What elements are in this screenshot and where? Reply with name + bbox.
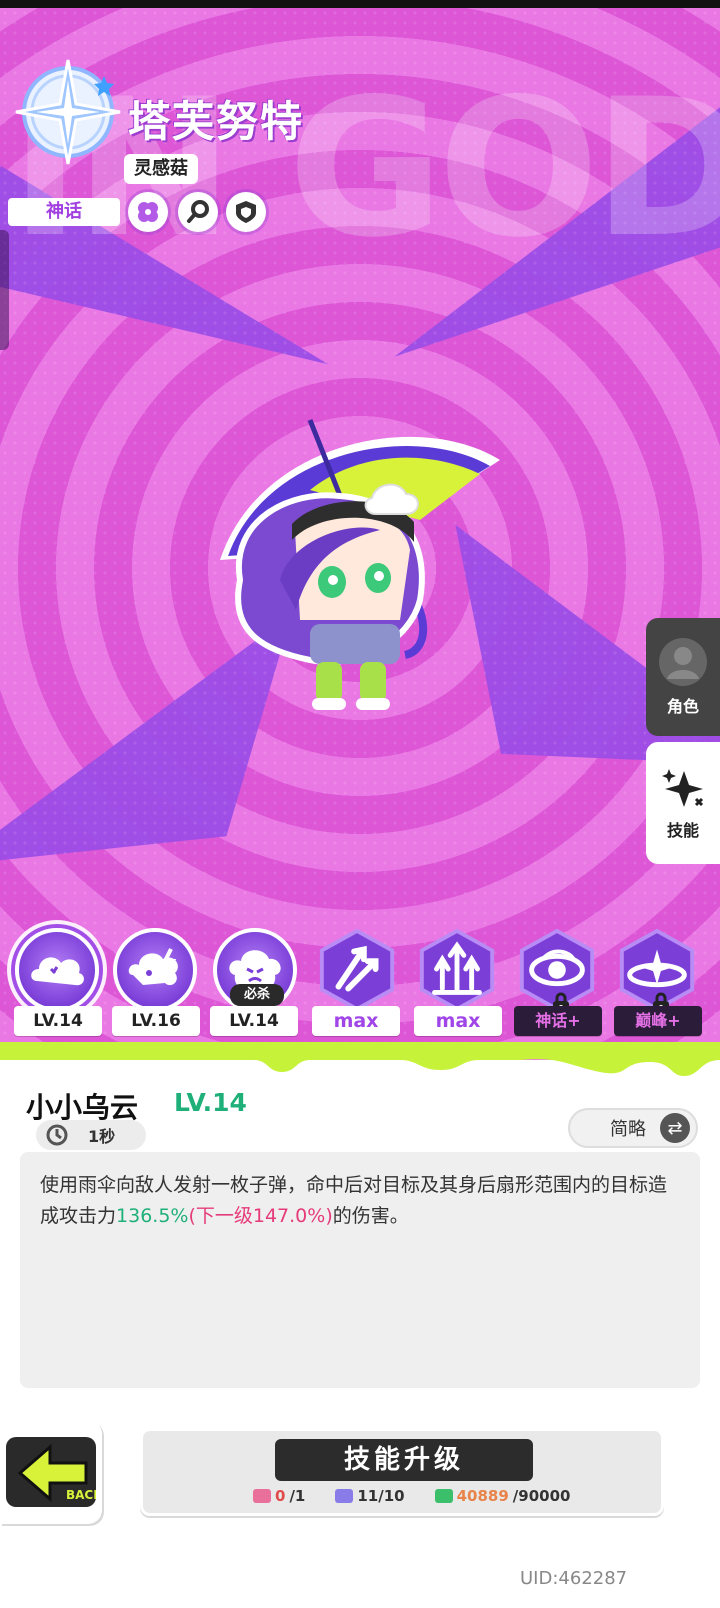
skill-level-label: 巅峰+ — [614, 1006, 702, 1036]
skill-slot-5[interactable] — [412, 928, 502, 1012]
skill-level-label: max — [312, 1006, 400, 1036]
character-illustration — [220, 419, 500, 710]
avatar-icon — [659, 638, 707, 686]
skill-level-label: LV.16 — [112, 1006, 200, 1036]
skill-level-label: max — [414, 1006, 502, 1036]
skill-slot-2[interactable] — [110, 928, 200, 1012]
skill-upgrade-label: 技能升级 — [275, 1439, 533, 1481]
sparkle-icon — [662, 769, 704, 807]
ticket-icon — [253, 1489, 271, 1503]
clover-icon[interactable] — [128, 192, 168, 232]
skill-slot-1[interactable] — [12, 928, 102, 1012]
skill-level-label: LV.14 — [14, 1006, 102, 1036]
status-bar — [0, 0, 720, 8]
split-arrow-skill-icon[interactable] — [315, 928, 399, 1012]
money-icon — [434, 1489, 453, 1503]
back-button[interactable]: BACK — [0, 1420, 102, 1524]
cost-book-have: 11/10 — [357, 1487, 405, 1505]
description-value: 136.5% — [116, 1205, 189, 1227]
slime-divider — [0, 1042, 720, 1076]
rarity-emblem-icon — [15, 59, 121, 165]
tab-skill-label: 技能 — [666, 821, 699, 840]
skill-screen: IN GOD 塔芙努特 灵感菇 神话 角色 技能 必杀 LV.14 LV.16 … — [0, 0, 720, 1608]
description-suffix: 的伤害。 — [332, 1205, 409, 1227]
triple-arrow-skill-icon[interactable] — [415, 928, 499, 1012]
cost-coin-need: /90000 — [512, 1487, 571, 1505]
skill-level-label: LV.14 — [210, 1006, 298, 1036]
swap-icon: ⇄ — [660, 1113, 690, 1143]
cost-ticket-have: 0 — [275, 1487, 286, 1505]
tab-role-label: 角色 — [666, 697, 699, 716]
cooldown-badge: 1秒 — [36, 1120, 146, 1150]
cooldown-value: 1秒 — [88, 1127, 116, 1146]
book-icon — [335, 1489, 354, 1503]
rarity-tag: 神话 — [8, 198, 120, 226]
skill-description: 使用雨伞向敌人发射一枚子弹，命中后对目标及其身后扇形范围内的目标造成攻击力136… — [20, 1152, 700, 1388]
description-next-level: (下一级147.0%) — [188, 1205, 333, 1227]
cost-coin: 40889/90000 — [434, 1487, 571, 1505]
storm-cloud-skill-icon[interactable] — [113, 928, 197, 1012]
cost-ticket: 0/1 — [253, 1487, 305, 1505]
back-arrow-icon: BACK — [6, 1437, 96, 1507]
clock-icon — [46, 1124, 68, 1146]
tab-skill[interactable]: 技能 — [646, 742, 720, 864]
skill-level-label: 神话+ — [514, 1006, 602, 1036]
magnifier-icon[interactable] — [178, 192, 218, 232]
cost-coin-have: 40889 — [456, 1487, 509, 1505]
cost-book: 11/10 — [335, 1487, 405, 1505]
back-label: BACK — [66, 1488, 96, 1502]
skill-slot-4[interactable] — [312, 928, 402, 1012]
skill-upgrade-button[interactable]: 技能升级 0/1 11/10 40889/90000 — [140, 1428, 664, 1516]
cost-ticket-need: /1 — [289, 1487, 306, 1505]
shield-icon[interactable] — [226, 192, 266, 232]
ultimate-tag: 必杀 — [230, 984, 284, 1006]
skill-level: LV.14 — [174, 1088, 247, 1117]
left-edge-handle[interactable] — [0, 230, 9, 350]
brief-toggle-button[interactable]: 简略 ⇄ — [568, 1108, 698, 1148]
character-name: 塔芙努特 — [128, 97, 305, 146]
cloud-burst-skill-icon[interactable] — [15, 928, 99, 1012]
tab-role[interactable]: 角色 — [646, 618, 720, 736]
brief-toggle-label: 简略 — [610, 1119, 646, 1140]
character-subtitle: 灵感菇 — [124, 154, 198, 184]
upgrade-costs: 0/1 11/10 40889/90000 — [253, 1487, 570, 1505]
user-id: UID:462287 — [520, 1568, 628, 1589]
